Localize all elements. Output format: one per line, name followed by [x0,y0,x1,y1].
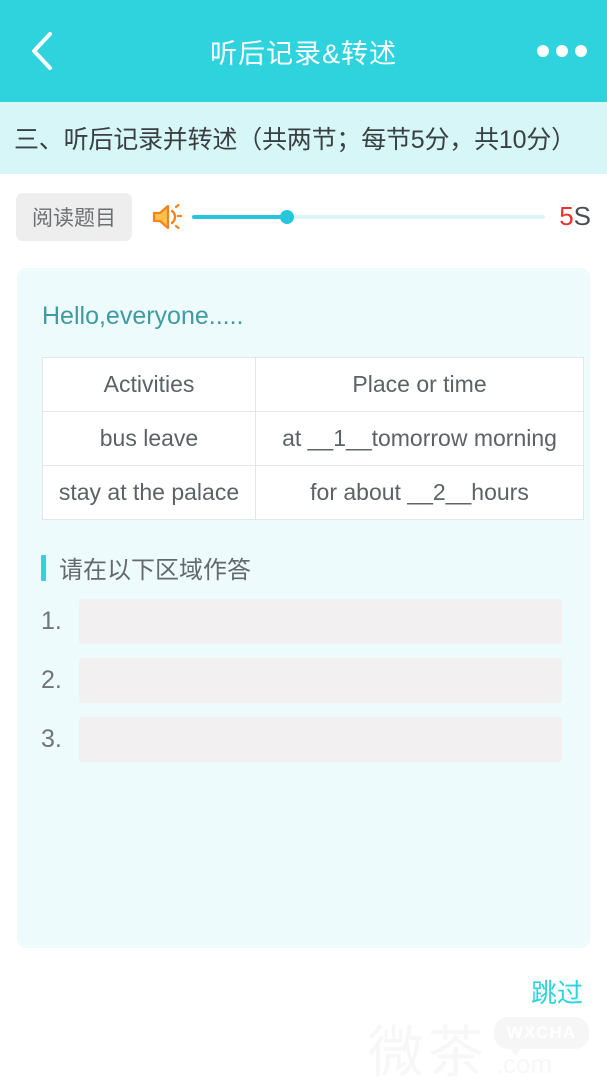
back-button[interactable] [12,0,72,102]
section-subtitle-bar: 三、听后记录并转述（共两节；每节5分，共10分） [0,102,607,174]
question-card: Hello,everyone..... Activities Place or … [17,268,590,948]
table-row: stay at the palace for about __2__hours [42,465,584,520]
page-footer: 跳过 微茶 WXCHA .com [0,948,607,1080]
skip-button[interactable]: 跳过 [531,973,583,1010]
answer-list: 1. 2. 3. [29,599,578,762]
countdown-value: 5 [559,201,574,231]
answer-section-label: 请在以下区域作答 [59,557,251,584]
section-subtitle-text: 三、听后记录并转述（共两节；每节5分，共10分） [14,126,576,154]
list-item: 1. [41,599,578,644]
table-cell: at __1__tomorrow morning [255,411,584,466]
more-dots-icon [575,45,587,57]
list-item: 2. [41,658,578,703]
more-options-button[interactable] [537,0,587,102]
slider-fill [192,214,288,219]
answer-index: 1. [41,607,62,635]
table-header-activities: Activities [42,357,256,412]
answer-index: 3. [41,725,62,753]
chevron-left-icon [29,30,55,72]
slider-thumb[interactable] [280,209,295,224]
greeting-text: Hello,everyone..... [42,302,244,330]
read-question-button[interactable]: 阅读题目 [16,192,132,241]
app-header: 听后记录&转述 [0,0,607,102]
answer-index: 2. [41,666,62,694]
audio-control-row: 阅读题目 5S [0,174,607,259]
table-header-place-or-time: Place or time [255,357,584,412]
more-dots-icon [537,45,549,57]
table-cell: bus leave [42,411,256,466]
speaker-icon[interactable] [150,200,184,234]
answer-input-1[interactable] [79,599,562,644]
countdown-timer: 5S [559,201,591,232]
list-item: 3. [41,717,578,762]
answer-section-heading: 请在以下区域作答 [41,550,578,585]
countdown-unit: S [573,201,591,231]
table-row: Activities Place or time [42,357,584,412]
page-title: 听后记录&转述 [209,38,397,69]
table-cell: stay at the palace [42,465,256,520]
watermark: 微茶 WXCHA .com [368,1017,589,1080]
watermark-brand-group: WXCHA .com [493,1017,589,1080]
accent-bar [41,554,46,581]
answer-input-2[interactable] [79,658,562,703]
watermark-cn-text: 微茶 [367,1021,488,1080]
audio-progress-slider[interactable] [192,200,546,234]
more-dots-icon [556,45,568,57]
answer-input-3[interactable] [79,717,562,762]
table-row: bus leave at __1__tomorrow morning [42,411,584,466]
watermark-domain-text: .com [495,1049,553,1079]
table-cell: for about __2__hours [255,465,584,520]
notes-table: Activities Place or time bus leave at __… [42,357,584,520]
watermark-brand-text: WXCHA [493,1017,589,1056]
